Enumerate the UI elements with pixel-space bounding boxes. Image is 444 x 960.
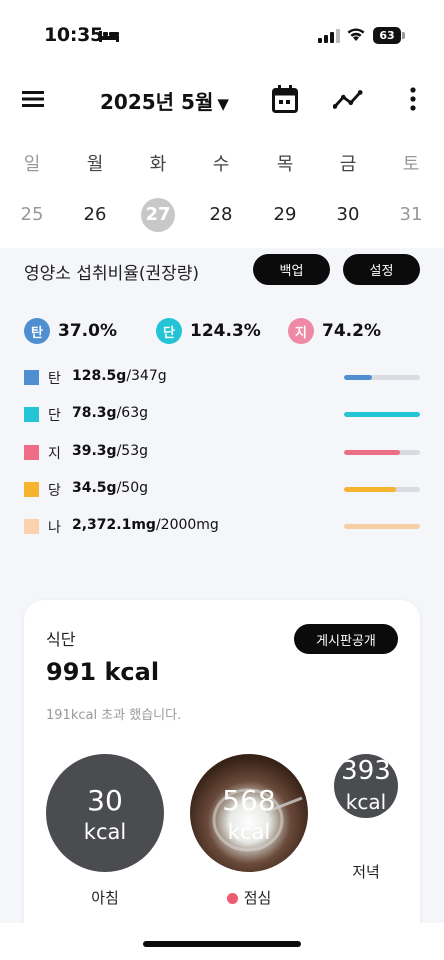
fat-percent: 74.2% bbox=[322, 321, 381, 341]
dropdown-arrow-icon: ▼ bbox=[217, 95, 229, 113]
legend-square bbox=[24, 370, 39, 385]
nutrient-value: 2,372.1mg/2000mg bbox=[72, 517, 219, 533]
weekday-header: 일 월 화 수 목 금 토 bbox=[0, 150, 444, 178]
fat-badge: 지 bbox=[288, 318, 314, 344]
nutrient-label: 지 bbox=[48, 446, 61, 462]
protein-badge: 단 bbox=[156, 318, 182, 344]
marker-dot-icon bbox=[226, 893, 238, 904]
nutrient-row-protein: 단 78.3g/63g bbox=[24, 405, 420, 425]
meal-kcal-unit: kcal bbox=[227, 820, 271, 844]
nutrient-row-sugar: 당 34.5g/50g bbox=[24, 480, 420, 500]
nutrient-row-sodium: 나 2,372.1mg/2000mg bbox=[24, 517, 420, 537]
more-options-icon[interactable] bbox=[398, 84, 428, 114]
nutrient-value: 128.5g/347g bbox=[72, 368, 167, 384]
nutrient-row-carb: 탄 128.5g/347g bbox=[24, 368, 420, 388]
nutrient-label: 탄 bbox=[48, 371, 61, 387]
nutrient-label: 당 bbox=[48, 483, 61, 499]
fat-ratio: 지 74.2% bbox=[288, 318, 381, 344]
dinner-label: 저녁 bbox=[352, 863, 380, 881]
lunch-label: 점심 bbox=[190, 887, 308, 908]
date-cell-selected[interactable]: 27 bbox=[138, 197, 178, 233]
weekday-label: 토 bbox=[402, 154, 420, 175]
sleep-focus-icon bbox=[99, 31, 119, 42]
selected-date: 27 bbox=[141, 198, 175, 232]
progress-bar bbox=[344, 450, 420, 455]
meal-kcal: 568 bbox=[222, 784, 276, 817]
weekday-label: 목 bbox=[276, 154, 294, 175]
carb-ratio: 탄 37.0% bbox=[24, 318, 117, 344]
nutrient-ratio-title: 영양소 섭취비율(권장량) bbox=[24, 264, 200, 284]
backup-button[interactable]: 백업 bbox=[253, 254, 330, 285]
date-cell[interactable]: 26 bbox=[75, 197, 115, 233]
weekday-label: 금 bbox=[339, 154, 357, 175]
weekday-label: 월 bbox=[86, 154, 104, 175]
lunch-photo-circle[interactable]: 568 kcal bbox=[190, 754, 308, 872]
progress-bar bbox=[344, 524, 420, 529]
legend-square bbox=[24, 519, 39, 534]
date-cell[interactable]: 29 bbox=[265, 197, 305, 233]
meal-section-title: 식단 bbox=[46, 630, 76, 649]
progress-bar bbox=[344, 375, 420, 380]
progress-fill bbox=[344, 412, 420, 417]
date-cell[interactable]: 28 bbox=[201, 197, 241, 233]
calendar-icon[interactable] bbox=[270, 84, 300, 114]
home-indicator[interactable] bbox=[143, 941, 301, 947]
protein-ratio: 단 124.3% bbox=[156, 318, 261, 344]
legend-square bbox=[24, 407, 39, 422]
carb-percent: 37.0% bbox=[58, 321, 117, 341]
progress-fill bbox=[344, 524, 420, 529]
nutrient-row-fat: 지 39.3g/53g bbox=[24, 443, 420, 463]
status-time: 10:35 bbox=[44, 24, 103, 46]
protein-percent: 124.3% bbox=[190, 321, 261, 341]
battery-level: 63 bbox=[373, 27, 401, 44]
weekday-label: 일 bbox=[23, 154, 41, 175]
weekday-label: 화 bbox=[149, 154, 167, 175]
breakfast-label: 아침 bbox=[91, 889, 119, 907]
menu-icon[interactable] bbox=[18, 84, 48, 114]
top-bar: 2025년 5월 ▼ bbox=[0, 76, 444, 122]
date-cell[interactable]: 31 bbox=[391, 197, 431, 233]
nutrient-value: 78.3g/63g bbox=[72, 405, 148, 421]
wifi-icon bbox=[347, 28, 365, 41]
status-bar: 10:35 63 bbox=[0, 0, 444, 70]
date-cell[interactable]: 25 bbox=[12, 197, 52, 233]
progress-fill bbox=[344, 450, 401, 455]
week-dates: 25 26 27 28 29 30 31 bbox=[0, 197, 444, 233]
meal-kcal-unit: kcal bbox=[83, 820, 127, 844]
cellular-signal-icon bbox=[318, 29, 340, 43]
legend-square bbox=[24, 482, 39, 497]
dinner-circle[interactable]: 393 kcal bbox=[334, 754, 398, 818]
nutrient-value: 34.5g/50g bbox=[72, 480, 148, 496]
total-calories: 991 kcal bbox=[46, 658, 160, 686]
breakfast-circle[interactable]: 30 kcal bbox=[46, 754, 164, 872]
progress-bar bbox=[344, 487, 420, 492]
nutrient-label: 단 bbox=[48, 408, 61, 424]
nutrient-label: 나 bbox=[48, 520, 61, 536]
date-cell[interactable]: 30 bbox=[328, 197, 368, 233]
battery-icon: 63 bbox=[373, 27, 405, 44]
progress-fill bbox=[344, 375, 373, 380]
macro-ratio-row: 탄 37.0% 단 124.3% 지 74.2% bbox=[0, 318, 444, 344]
legend-square bbox=[24, 445, 39, 460]
month-selector[interactable]: 2025년 5월 ▼ bbox=[100, 86, 229, 115]
meal-kcal: 393 bbox=[341, 756, 391, 786]
settings-button[interactable]: 설정 bbox=[343, 254, 420, 285]
progress-fill bbox=[344, 487, 397, 492]
meal-kcal-unit: kcal bbox=[345, 790, 387, 814]
month-title: 2025년 5월 bbox=[100, 90, 214, 114]
calorie-excess-note: 191kcal 초과 했습니다. bbox=[46, 708, 182, 723]
meal-kcal: 30 bbox=[87, 784, 123, 817]
progress-bar bbox=[344, 412, 420, 417]
carb-badge: 탄 bbox=[24, 318, 50, 344]
nutrient-value: 39.3g/53g bbox=[72, 443, 148, 459]
trend-chart-icon[interactable] bbox=[333, 84, 363, 114]
weekday-label: 수 bbox=[212, 154, 230, 175]
publish-to-board-button[interactable]: 게시판공개 bbox=[294, 624, 398, 654]
meal-card: 식단 게시판공개 991 kcal 191kcal 초과 했습니다. 30 kc… bbox=[24, 600, 420, 940]
bottom-bar bbox=[0, 923, 444, 960]
